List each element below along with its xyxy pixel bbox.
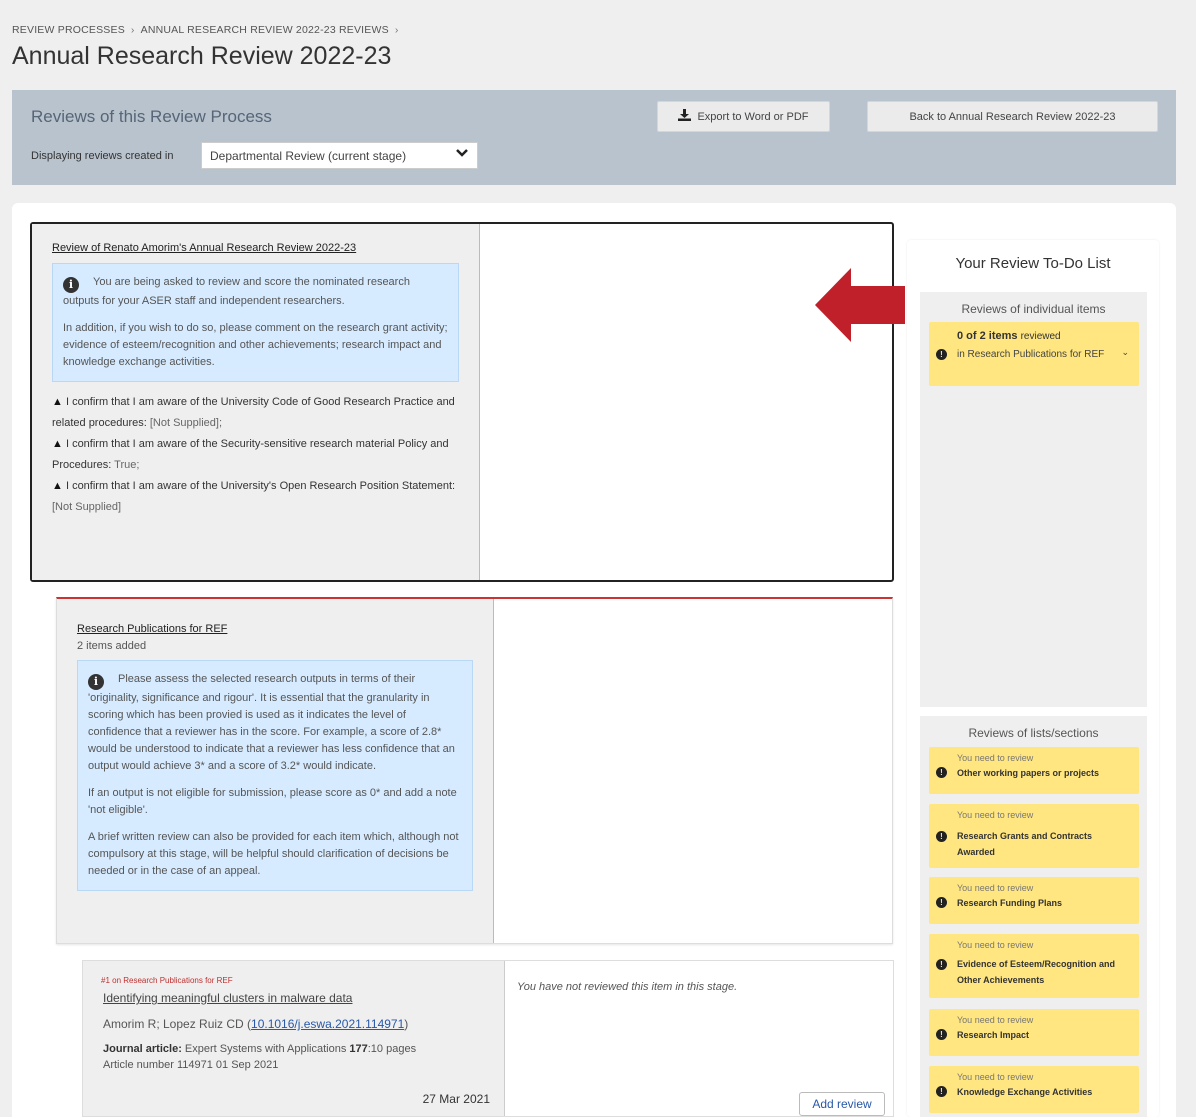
section-info-box: i Please assess the selected research out… xyxy=(77,660,473,891)
todo-list-name: Research Grants and Contracts Awarded xyxy=(957,831,1093,857)
review-info-text-1: You are being asked to review and score … xyxy=(63,276,410,307)
review-title[interactable]: Review of Renato Amorim's Annual Researc… xyxy=(52,242,356,254)
todo-list-item[interactable]: You need to review ! Knowledge Exchange … xyxy=(929,1066,1139,1113)
confirm-2-value: True; xyxy=(114,458,140,471)
breadcrumb-separator: › xyxy=(394,24,399,36)
confirm-3-label: I confirm that I am aware of the Univers… xyxy=(65,479,456,492)
list-reviews-panel: Reviews of lists/sections You need to re… xyxy=(920,716,1147,1117)
individual-reviews-title: Reviews of individual items xyxy=(961,302,1106,316)
todo-count: 0 of 2 items xyxy=(957,330,1018,342)
item-volume: 177 xyxy=(349,1043,368,1055)
section-count: 2 items added xyxy=(77,640,147,652)
individual-reviews-panel: Reviews of individual items 0 of 2 items… xyxy=(920,292,1147,707)
breadcrumb-annual-research-reviews[interactable]: ANNUAL RESEARCH REVIEW 2022-23 REVIEWS xyxy=(141,24,389,36)
exclamation-icon: ! xyxy=(936,1029,947,1040)
breadcrumb-review-processes[interactable]: REVIEW PROCESSES xyxy=(12,24,125,36)
todo-list-item[interactable]: You need to review ! Research Funding Pl… xyxy=(929,877,1139,924)
export-button-label: Export to Word or PDF xyxy=(697,110,809,123)
todo-need-label: You need to review xyxy=(957,1072,1034,1082)
export-button[interactable]: Export to Word or PDF xyxy=(657,101,830,132)
item-doi-link[interactable]: 10.1016/j.eswa.2021.114971 xyxy=(251,1017,404,1031)
exclamation-icon: ! xyxy=(936,767,947,778)
chevron-down-icon: ⌄ xyxy=(1121,347,1129,357)
todo-list-name: Other working papers or projects xyxy=(957,768,1100,778)
arrow-left-icon xyxy=(815,268,905,342)
item-date: 27 Mar 2021 xyxy=(422,1092,490,1106)
review-info-text-2: In addition, if you wish to do so, pleas… xyxy=(63,321,448,368)
chevron-down-icon xyxy=(455,146,469,165)
back-button[interactable]: Back to Annual Research Review 2022-23 xyxy=(867,101,1158,132)
confirmations: ▲ I confirm that I am aware of the Unive… xyxy=(52,392,459,518)
section-title[interactable]: Research Publications for REF xyxy=(77,623,227,635)
banner-title: Reviews of this Review Process xyxy=(31,107,272,126)
section-details: Research Publications for REF 2 items ad… xyxy=(57,599,494,943)
todo-need-label: You need to review xyxy=(957,1015,1034,1025)
warning-icon: ▲ xyxy=(52,479,63,492)
item-authors-text: Amorim R; Lopez Ruiz CD ( xyxy=(103,1017,252,1031)
todo-where: in Research Publications for REF xyxy=(957,349,1105,360)
back-button-label: Back to Annual Research Review 2022-23 xyxy=(909,110,1116,123)
item-journal: Journal article: Expert Systems with App… xyxy=(103,1041,486,1073)
info-icon: i xyxy=(63,276,79,293)
item-details: #1 on Research Publications for REF Iden… xyxy=(83,961,505,1116)
todo-list-name: Evidence of Esteem/Recognition and Other… xyxy=(957,959,1116,985)
todo-list-item[interactable]: You need to review ! Other working paper… xyxy=(929,747,1139,794)
section-info-text-2: If an output is not eligible for submiss… xyxy=(88,786,457,816)
download-icon xyxy=(678,109,692,124)
confirm-3-value: [Not Supplied] xyxy=(52,500,122,513)
page-title: Annual Research Review 2022-23 xyxy=(12,42,392,70)
todo-title: Your Review To-Do List xyxy=(955,255,1111,272)
item-authors-end: ) xyxy=(404,1017,409,1031)
exclamation-icon: ! xyxy=(936,959,947,970)
stage-select-label: Displaying reviews created in xyxy=(31,150,174,162)
todo-need-label: You need to review xyxy=(957,810,1034,820)
confirm-1-value: [Not Supplied]; xyxy=(149,416,222,429)
item-pages: :10 pages xyxy=(367,1043,417,1055)
todo-list-name: Knowledge Exchange Activities xyxy=(957,1087,1093,1097)
reviews-banner: Reviews of this Review Process Displayin… xyxy=(12,90,1176,185)
todo-need-label: You need to review xyxy=(957,883,1034,893)
list-reviews-title: Reviews of lists/sections xyxy=(968,726,1099,740)
item-card: #1 on Research Publications for REF Iden… xyxy=(82,960,894,1117)
todo-need-label: You need to review xyxy=(957,753,1034,763)
item-tag: #1 on Research Publications for REF xyxy=(101,976,233,985)
warning-icon: ▲ xyxy=(52,395,63,408)
item-title[interactable]: Identifying meaningful clusters in malwa… xyxy=(103,991,352,1005)
add-review-button[interactable]: Add review xyxy=(799,1092,885,1116)
section-info-text-1: Please assess the selected research outp… xyxy=(88,673,455,772)
stage-select-value: Departmental Review (current stage) xyxy=(210,149,407,163)
item-authors: Amorim R; Lopez Ruiz CD (10.1016/j.eswa.… xyxy=(103,1017,486,1031)
confirm-1-label: I confirm that I am aware of the Univers… xyxy=(52,395,455,429)
item-journal-name: Expert Systems with Applications xyxy=(184,1043,347,1055)
exclamation-icon: ! xyxy=(936,831,947,842)
section-card: Research Publications for REF 2 items ad… xyxy=(56,597,893,944)
item-type-label: Journal article: xyxy=(103,1043,182,1055)
exclamation-icon: ! xyxy=(936,349,947,360)
review-card: Review of Renato Amorim's Annual Researc… xyxy=(30,222,894,582)
todo-list-name: Research Impact xyxy=(957,1030,1030,1040)
breadcrumb: REVIEW PROCESSES › ANNUAL RESEARCH REVIE… xyxy=(12,24,399,36)
item-review-note: You have not reviewed this item in this … xyxy=(517,981,738,993)
exclamation-icon: ! xyxy=(936,1086,947,1097)
todo-list-item[interactable]: You need to review ! Evidence of Esteem/… xyxy=(929,934,1139,998)
todo-item-individual[interactable]: 0 of 2 items reviewed ! in Research Publ… xyxy=(929,322,1139,386)
todo-need-label: You need to review xyxy=(957,940,1034,950)
todo-list-item[interactable]: You need to review ! Research Impact xyxy=(929,1009,1139,1056)
stage-select[interactable]: Departmental Review (current stage) xyxy=(201,142,478,169)
breadcrumb-separator: › xyxy=(130,24,135,36)
review-info-box: i You are being asked to review and score… xyxy=(52,263,459,382)
review-todo-list: Your Review To-Do List Reviews of indivi… xyxy=(907,240,1159,1117)
section-info-text-3: A brief written review can also be provi… xyxy=(88,830,459,877)
todo-list-item[interactable]: You need to review ! Research Grants and… xyxy=(929,804,1139,868)
warning-icon: ▲ xyxy=(52,437,63,450)
confirm-2-label: I confirm that I am aware of the Securit… xyxy=(52,437,449,471)
todo-count-suffix: reviewed xyxy=(1020,331,1061,342)
review-details: Review of Renato Amorim's Annual Researc… xyxy=(32,224,480,580)
todo-list-name: Research Funding Plans xyxy=(957,898,1063,908)
item-article: Article number 114971 01 Sep 2021 xyxy=(103,1059,279,1071)
exclamation-icon: ! xyxy=(936,897,947,908)
info-icon: i xyxy=(88,673,104,690)
